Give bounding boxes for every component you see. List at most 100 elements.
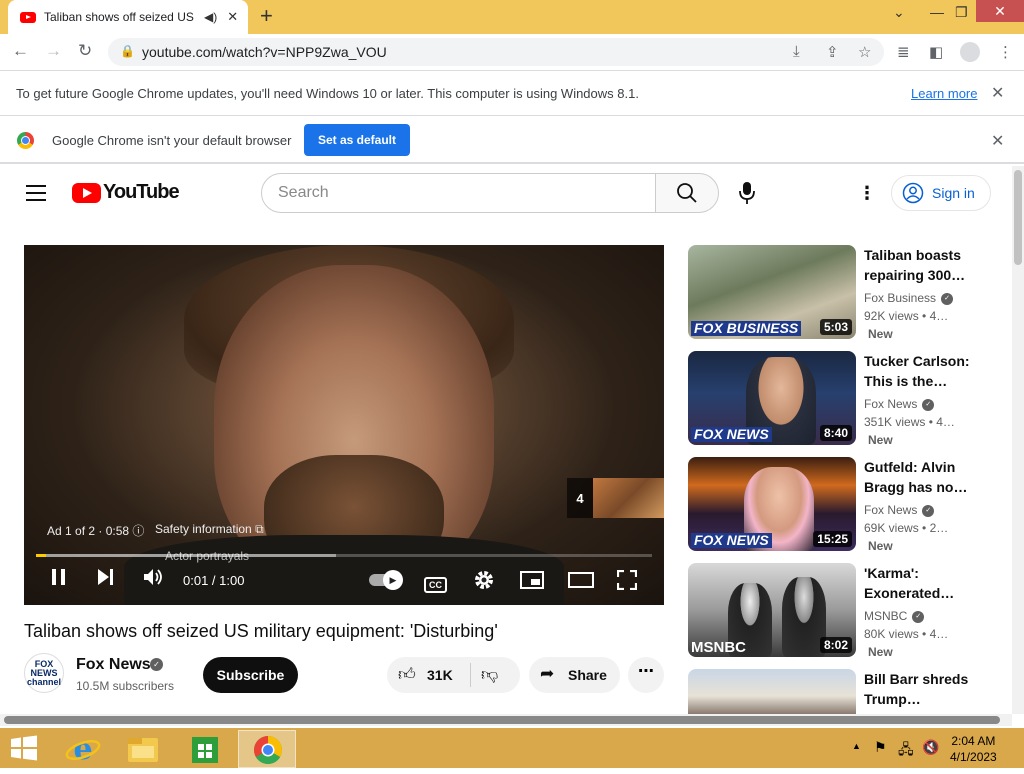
profile-avatar-icon[interactable] [960, 42, 980, 62]
theater-mode-icon[interactable] [568, 571, 594, 594]
install-app-icon[interactable]: ⤓ [793, 43, 800, 60]
ad-info-text: Ad 1 of 2 · 0:58 ⓘ [47, 524, 145, 538]
windows-start-icon[interactable] [10, 735, 38, 766]
video-player[interactable]: 4 Ad 1 of 2 · 0:58 ⓘ Safety information … [24, 245, 664, 605]
recommended-channel[interactable]: Fox News ✓ [864, 397, 935, 411]
settings-gear-icon[interactable] [473, 569, 495, 596]
set-default-button[interactable]: Set as default [304, 124, 410, 156]
settings-kebab-icon[interactable]: ⋮ [858, 183, 876, 204]
new-tab-button[interactable]: + [260, 5, 273, 27]
lock-icon[interactable]: 🔒 [120, 44, 135, 58]
fullscreen-icon[interactable] [616, 569, 638, 595]
verified-check-icon: ✓ [150, 658, 163, 671]
minimize-button[interactable]: — [930, 4, 944, 20]
tab-close-icon[interactable]: ✕ [227, 9, 238, 25]
back-icon[interactable]: ← [12, 41, 29, 61]
menu-icon[interactable] [26, 185, 46, 201]
bookmark-star-icon[interactable]: ☆ [858, 43, 871, 61]
like-count[interactable]: 31K [427, 667, 453, 683]
share-icon[interactable]: ➦ [540, 664, 554, 684]
recommended-thumbnail[interactable]: FOX NEWS 8:40 [688, 351, 856, 445]
file-explorer-icon[interactable] [114, 730, 172, 768]
more-actions-button[interactable]: ⋯ [628, 657, 664, 693]
youtube-logo-icon[interactable] [72, 183, 101, 203]
tab-search-icon[interactable]: ⌄ [893, 4, 905, 21]
volume-muted-icon[interactable]: 🔇 [922, 739, 939, 756]
horizontal-scrollbar-thumb[interactable] [4, 716, 1000, 724]
vertical-scrollbar-thumb[interactable] [1014, 170, 1022, 265]
default-browser-message: Google Chrome isn't your default browser [52, 133, 292, 148]
miniplayer-icon[interactable] [520, 571, 544, 594]
fox-news-logo: FOX NEWS [691, 427, 772, 442]
next-icon[interactable] [96, 567, 116, 592]
youtube-logo-text[interactable]: YouTube [103, 181, 180, 204]
recommended-channel[interactable]: Fox News ✓ [864, 503, 935, 517]
volume-icon[interactable] [143, 567, 165, 592]
recommended-channel[interactable]: MSNBC ✓ [864, 609, 925, 623]
recommended-title[interactable]: 'Karma': Exonerated… [864, 563, 992, 603]
video-duration: 5:03 [819, 319, 852, 335]
tab-title: Taliban shows off seized US [44, 10, 194, 24]
sign-in-button[interactable]: Sign in [891, 175, 991, 211]
pause-icon[interactable] [51, 567, 67, 592]
new-badge: New [868, 433, 893, 447]
media-control-icon[interactable]: ≣ [897, 43, 910, 61]
side-panel-icon[interactable]: ◧ [929, 43, 943, 61]
autoplay-toggle[interactable] [369, 570, 403, 590]
update-message: To get future Google Chrome updates, you… [16, 86, 639, 101]
restore-button[interactable]: ❐ [955, 4, 968, 21]
divider [470, 663, 471, 687]
chrome-taskbar-icon[interactable] [238, 730, 296, 768]
share-page-icon[interactable]: ⇪ [826, 43, 839, 61]
browser-tab[interactable]: Taliban shows off seized US ◀) ✕ [8, 0, 248, 34]
subtitles-icon[interactable]: CC [424, 572, 447, 593]
show-hidden-icons[interactable]: ▲ [852, 741, 861, 751]
youtube-favicon-icon [20, 11, 36, 23]
close-icon[interactable]: ✕ [991, 131, 1004, 151]
chrome-logo-icon [17, 132, 34, 149]
audio-playing-icon[interactable]: ◀) [204, 10, 217, 24]
recommended-views: 92K views • 4… [864, 309, 949, 323]
channel-name[interactable]: Fox News [76, 656, 151, 674]
reload-icon[interactable]: ↻ [78, 41, 92, 61]
dislike-icon[interactable]: 👎︎ [481, 664, 498, 685]
window-close-button[interactable]: ✕ [976, 0, 1024, 22]
recommended-title[interactable]: Tucker Carlson: This is the… [864, 351, 992, 391]
sign-in-label: Sign in [932, 185, 975, 201]
recommended-thumbnail[interactable]: FOX BUSINESS 5:03 [688, 245, 856, 339]
internet-explorer-icon[interactable]: e [54, 730, 112, 768]
info-icon: ⓘ [132, 524, 145, 538]
forward-icon[interactable]: → [45, 41, 62, 61]
store-icon[interactable] [176, 730, 234, 768]
fox-news-logo: FOX NEWS [691, 533, 772, 548]
subscribe-button[interactable]: Subscribe [203, 657, 298, 693]
up-next-ad-preview[interactable]: 4 [567, 478, 664, 518]
safety-information-link[interactable]: Safety information ⧉ [155, 522, 264, 537]
channel-avatar[interactable]: FOX NEWS channel [24, 653, 64, 693]
url-text[interactable]: youtube.com/watch?v=NPP9Zwa_VOU [142, 44, 387, 60]
video-title: Taliban shows off seized US military equ… [24, 621, 498, 641]
chrome-menu-icon[interactable]: ⋮ [998, 43, 1013, 61]
new-badge: New [868, 645, 893, 659]
system-clock[interactable]: 2:04 AM 4/1/2023 [950, 733, 997, 765]
recommended-thumbnail[interactable]: FOX NEWS 15:25 [688, 457, 856, 551]
learn-more-link[interactable]: Learn more [911, 86, 977, 101]
network-icon[interactable]: 🖧 [898, 739, 914, 763]
search-input[interactable]: Search [261, 173, 656, 213]
fox-business-logo: FOX BUSINESS [691, 321, 802, 336]
recommended-channel[interactable]: Fox Business ✓ [864, 291, 954, 305]
recommended-thumbnail[interactable] [688, 669, 856, 714]
search-button[interactable] [655, 173, 719, 213]
recommended-title[interactable]: Bill Barr shreds Trump… [864, 669, 992, 714]
msnbc-logo: MSNBC [691, 639, 746, 656]
like-icon[interactable]: 👍︎ [398, 664, 416, 685]
recommended-thumbnail[interactable]: MSNBC 8:02 [688, 563, 856, 657]
search-placeholder: Search [278, 184, 329, 201]
close-icon[interactable]: ✕ [991, 83, 1004, 103]
recommended-title[interactable]: Gutfeld: Alvin Bragg has no… [864, 457, 992, 497]
recommended-title[interactable]: Taliban boasts repairing 300… [864, 245, 992, 285]
verified-check-icon: ✓ [912, 610, 925, 623]
share-label[interactable]: Share [568, 667, 607, 683]
flag-icon[interactable]: ⚑ [874, 739, 887, 756]
microphone-icon[interactable] [737, 180, 757, 211]
